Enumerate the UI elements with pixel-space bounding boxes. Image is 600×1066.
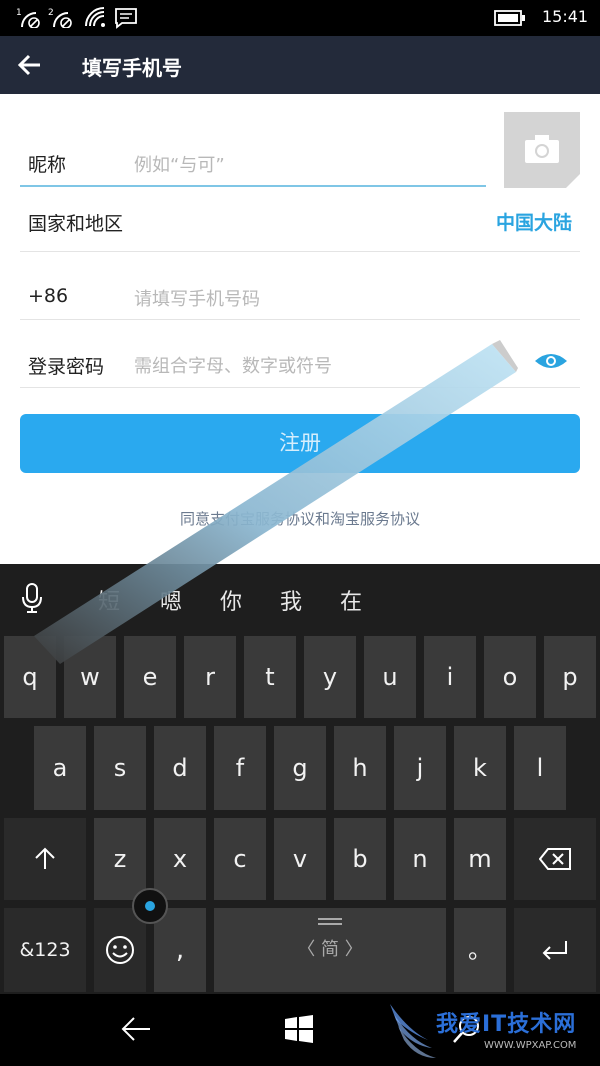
emoji-key[interactable] xyxy=(94,908,146,992)
backspace-key[interactable] xyxy=(514,818,596,900)
enter-key[interactable] xyxy=(514,908,596,992)
nickname-input[interactable]: 例如“与可” xyxy=(134,151,225,177)
suggestion-bar: 短 嗯 你 我 在 xyxy=(0,564,600,630)
phone-divider xyxy=(20,319,580,320)
space-key-label: 〈 简 〉 xyxy=(297,939,363,960)
key-d[interactable]: d xyxy=(154,726,206,810)
key-z[interactable]: z xyxy=(94,818,146,900)
region-label: 国家和地区 xyxy=(28,213,124,235)
suggestion-3[interactable]: 你 xyxy=(220,584,242,616)
key-e[interactable]: e xyxy=(124,636,176,718)
windows-home-icon[interactable] xyxy=(284,1014,314,1044)
nav-back-icon[interactable] xyxy=(120,1014,152,1044)
period-key[interactable]: 。 xyxy=(454,908,506,992)
nickname-underline xyxy=(20,185,486,187)
register-form: 昵称 例如“与可” 国家和地区 中国大陆 +86 请填写手机号码 登录密码 需组… xyxy=(0,94,600,564)
page-title: 填写手机号 xyxy=(82,56,182,80)
password-input[interactable]: 需组合字母、数字或符号 xyxy=(134,352,332,378)
key-a[interactable]: a xyxy=(34,726,86,810)
site-watermark: 我爱IT技术网 WWW.WPXAP.COM xyxy=(390,1000,596,1064)
register-button[interactable]: 注册 xyxy=(20,414,580,473)
camera-icon xyxy=(525,135,559,163)
key-r[interactable]: r xyxy=(184,636,236,718)
svg-text:2: 2 xyxy=(48,8,54,18)
avatar-upload-button[interactable] xyxy=(504,112,580,188)
key-t[interactable]: t xyxy=(244,636,296,718)
enter-icon xyxy=(542,941,567,960)
key-f[interactable]: f xyxy=(214,726,266,810)
comma-key[interactable]: , xyxy=(154,908,206,992)
key-k[interactable]: k xyxy=(454,726,506,810)
microphone-icon[interactable] xyxy=(20,582,44,614)
svg-text:1: 1 xyxy=(16,8,22,18)
cursor-handle[interactable] xyxy=(132,888,168,924)
suggestion-4[interactable]: 我 xyxy=(280,584,302,616)
watermark-title: 我爱IT技术网 xyxy=(436,1012,577,1037)
region-divider xyxy=(20,251,580,252)
key-i[interactable]: i xyxy=(424,636,476,718)
avatar-corner xyxy=(566,174,580,188)
watermark-url: WWW.WPXAP.COM xyxy=(484,1040,577,1051)
key-y[interactable]: y xyxy=(304,636,356,718)
key-q[interactable]: q xyxy=(4,636,56,718)
clock: 15:41 xyxy=(542,7,589,26)
agreement-link[interactable]: 同意支付宝服务协议和淘宝服务协议 xyxy=(0,508,600,529)
suggestion-5[interactable]: 在 xyxy=(340,584,362,616)
phone-input[interactable]: 请填写手机号码 xyxy=(134,285,260,311)
key-o[interactable]: o xyxy=(484,636,536,718)
key-l[interactable]: l xyxy=(514,726,566,810)
backspace-icon xyxy=(538,848,571,870)
key-m[interactable]: m xyxy=(454,818,506,900)
sim2-signal-icon: 2 xyxy=(48,8,72,28)
key-c[interactable]: c xyxy=(214,818,266,900)
space-handle-2 xyxy=(318,923,342,925)
suggestion-1[interactable]: 短 xyxy=(98,584,120,616)
key-n[interactable]: n xyxy=(394,818,446,900)
key-p[interactable]: p xyxy=(544,636,596,718)
key-b[interactable]: b xyxy=(334,818,386,900)
key-j[interactable]: j xyxy=(394,726,446,810)
app-header: 填写手机号 xyxy=(0,36,600,94)
space-handle xyxy=(318,918,342,920)
sim1-signal-icon: 1 xyxy=(16,8,40,28)
message-icon xyxy=(115,8,137,29)
password-label: 登录密码 xyxy=(28,356,105,378)
shift-key[interactable] xyxy=(4,818,86,900)
key-v[interactable]: v xyxy=(274,818,326,900)
cursor-dot xyxy=(145,901,155,911)
key-x[interactable]: x xyxy=(154,818,206,900)
key-s[interactable]: s xyxy=(94,726,146,810)
key-w[interactable]: w xyxy=(64,636,116,718)
show-password-eye-icon[interactable] xyxy=(534,350,568,372)
battery-icon xyxy=(494,10,525,26)
shift-arrow-icon xyxy=(35,847,55,869)
wifi-icon xyxy=(85,7,105,27)
status-bar: 1 2 15:41 xyxy=(0,0,600,36)
back-arrow-icon[interactable] xyxy=(16,51,44,79)
region-selector[interactable]: 中国大陆 xyxy=(496,208,572,235)
space-key[interactable]: 〈 简 〉 xyxy=(214,908,446,992)
suggestion-2[interactable]: 嗯 xyxy=(160,584,182,616)
on-screen-keyboard: 短 嗯 你 我 在 qwertyuiop asdfghjkl zxcvbnm &… xyxy=(0,564,600,994)
password-divider xyxy=(20,387,580,388)
emoji-icon xyxy=(106,936,134,964)
key-u[interactable]: u xyxy=(364,636,416,718)
phone-prefix[interactable]: +86 xyxy=(28,285,68,307)
nickname-label: 昵称 xyxy=(28,154,67,176)
symbols-key[interactable]: &123 xyxy=(4,908,86,992)
key-g[interactable]: g xyxy=(274,726,326,810)
key-h[interactable]: h xyxy=(334,726,386,810)
